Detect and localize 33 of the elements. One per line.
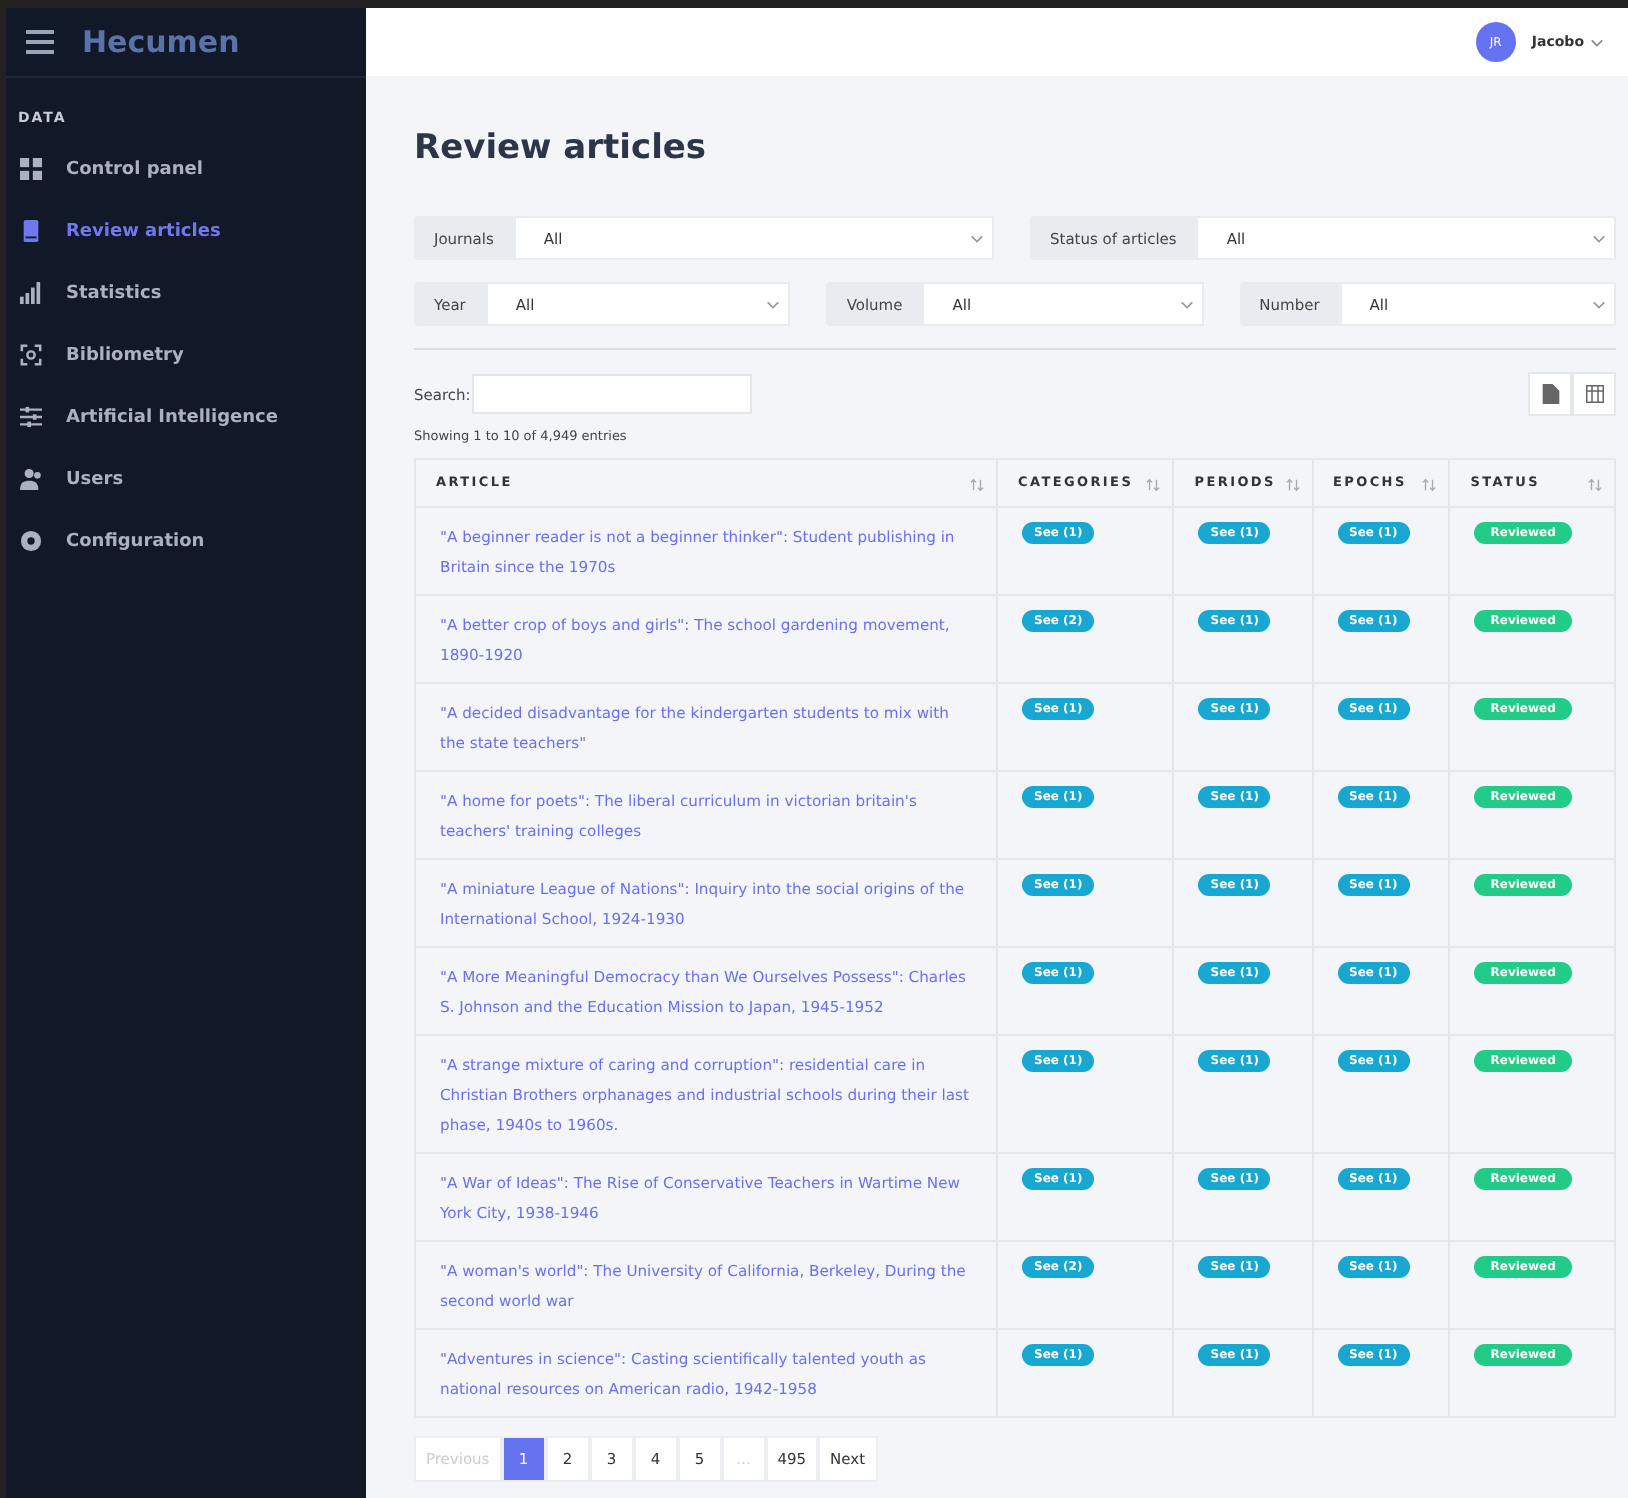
book-icon	[20, 220, 42, 242]
columns-button[interactable]	[1572, 372, 1616, 416]
sort-icon	[970, 478, 984, 492]
sort-icon	[1422, 478, 1437, 492]
app-logo-text: Hecumen	[82, 24, 240, 60]
sidebar-item[interactable]: Bibliometry	[6, 324, 366, 386]
caret-icon	[970, 233, 984, 243]
caret-icon	[1591, 299, 1606, 309]
export-button[interactable]	[1528, 372, 1572, 416]
document-icon	[1541, 384, 1559, 404]
settings-icon	[20, 530, 42, 552]
sidebar-item[interactable]: Artificial Intelligence	[6, 386, 366, 448]
menu-icon[interactable]	[26, 30, 54, 54]
sort-icon	[1588, 478, 1602, 492]
caret-icon	[1179, 299, 1194, 309]
search-field[interactable]	[472, 374, 753, 414]
caret-icon	[1592, 233, 1606, 243]
sliders-icon	[20, 406, 42, 428]
page-title: Review articles	[414, 128, 709, 168]
grid-icon	[20, 158, 42, 180]
sidebar-item[interactable]: Statistics	[6, 262, 366, 324]
caret-icon	[1590, 37, 1604, 47]
scan-icon	[20, 344, 42, 366]
sidebar-item[interactable]: Control panel	[6, 138, 366, 200]
table-icon	[1585, 384, 1603, 404]
sort-icon	[1285, 478, 1299, 492]
sidebar-item[interactable]: Configuration	[6, 510, 366, 572]
sidebar-item[interactable]: Users	[6, 448, 366, 510]
sort-icon	[1146, 478, 1161, 492]
sidebar-item[interactable]: Review articles	[6, 200, 366, 262]
bar-chart-icon	[20, 282, 42, 304]
users-icon	[20, 468, 42, 490]
caret-icon	[766, 299, 781, 309]
